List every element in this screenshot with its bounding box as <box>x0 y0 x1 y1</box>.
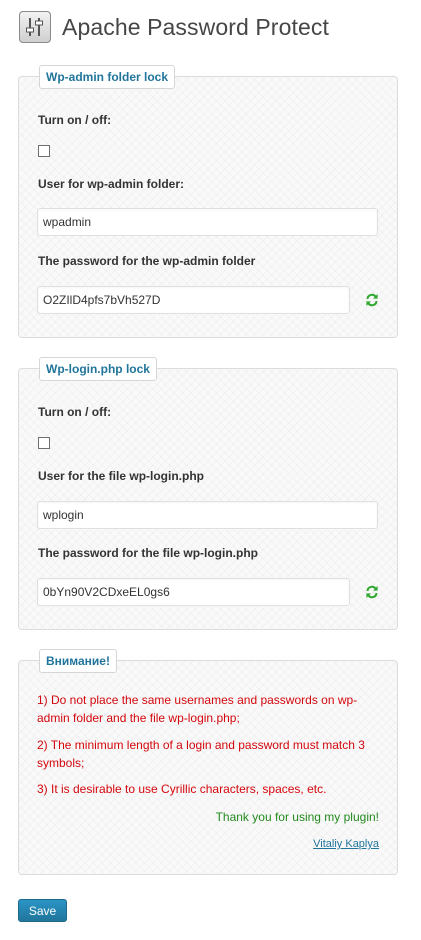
admin-lock-legend: Wp-admin folder lock <box>39 65 176 89</box>
save-button[interactable]: Save <box>18 899 67 922</box>
login-user-label: User for the file wp-login.php <box>38 469 204 483</box>
admin-user-input[interactable]: wpadmin <box>37 208 378 236</box>
refresh-icon[interactable] <box>365 293 379 307</box>
admin-toggle-label: Turn on / off: <box>38 113 112 127</box>
notice-item: 1) Do not place the same usernames and p… <box>37 693 358 725</box>
notice-item: 2) The minimum length of a login and pas… <box>37 738 365 770</box>
login-user-input[interactable]: wplogin <box>37 501 378 529</box>
login-lock-legend: Wp-login.php lock <box>39 357 157 381</box>
notice-item: 3) It is desirable to use Cyrillic chara… <box>37 782 327 796</box>
notice-panel: Внимание! 1) Do not place the same usern… <box>18 649 398 875</box>
page-header: Apache Password Protect <box>19 10 329 44</box>
notice-legend: Внимание! <box>39 649 117 673</box>
login-toggle-checkbox[interactable] <box>38 437 50 449</box>
login-password-input[interactable]: 0bYn90V2CDxeEL0gs6 <box>37 578 350 606</box>
login-toggle-label: Turn on / off: <box>38 405 112 419</box>
admin-user-label: User for wp-admin folder: <box>38 177 185 191</box>
author-link[interactable]: Vitaliy Kaplya <box>313 838 379 850</box>
admin-toggle-checkbox[interactable] <box>38 145 50 157</box>
page-title: Apache Password Protect <box>62 13 329 40</box>
admin-password-label: The password for the wp-admin folder <box>38 254 256 268</box>
login-lock-panel: Wp-login.php lock Turn on / off: User fo… <box>18 357 398 630</box>
admin-lock-panel: Wp-admin folder lock Turn on / off: User… <box>18 65 398 338</box>
login-password-label: The password for the file wp-login.php <box>38 546 258 560</box>
thanks-message: Thank you for using my plugin! <box>215 810 379 824</box>
refresh-icon[interactable] <box>365 585 379 599</box>
settings-sliders-icon <box>19 11 51 43</box>
admin-password-input[interactable]: O2ZIlD4pfs7bVh527D <box>37 286 350 314</box>
